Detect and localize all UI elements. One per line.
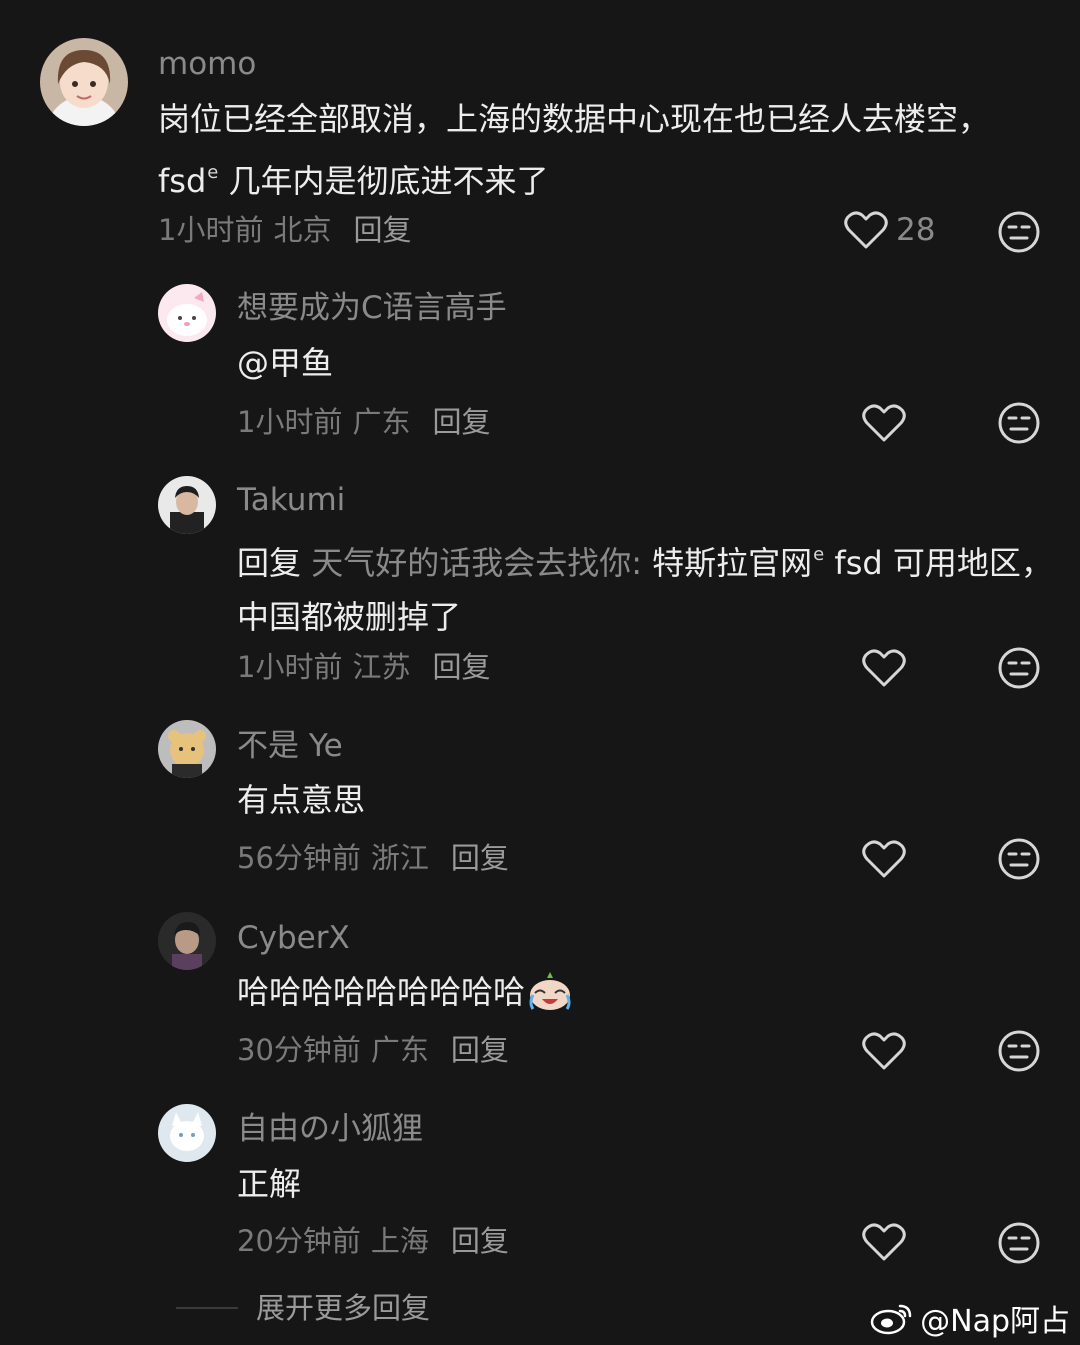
reply-prefix: 回复	[237, 544, 302, 582]
comment-time: 56分钟前	[237, 841, 361, 875]
comment-text-main: 哈哈哈哈哈哈哈哈哈	[237, 973, 526, 1011]
reply-button[interactable]: 回复	[432, 405, 490, 439]
watermark-text: @Nap阿占	[920, 1304, 1070, 1339]
like-button[interactable]	[862, 1222, 906, 1262]
comment-meta: 30分钟前 广东 回复	[237, 1030, 509, 1070]
heart-outline-icon	[862, 1223, 906, 1261]
avatar[interactable]	[40, 38, 128, 126]
comment-time: 20分钟前	[237, 1224, 361, 1258]
username[interactable]: momo	[158, 44, 256, 84]
username[interactable]: Takumi	[237, 480, 345, 520]
comment-text-tail: 几年内是彻底进不来了	[228, 162, 549, 200]
reply-button[interactable]: 回复	[451, 1033, 509, 1067]
comment-time: 30分钟前	[237, 1033, 361, 1067]
avatar[interactable]	[158, 284, 216, 342]
heart-outline-icon	[862, 1032, 906, 1070]
neutral-face-icon	[998, 1030, 1040, 1072]
username[interactable]: 不是 Ye	[237, 726, 343, 766]
comment-location: 广东	[352, 405, 411, 439]
expand-divider	[176, 1307, 238, 1309]
reply-button[interactable]: 回复	[451, 841, 509, 875]
like-button[interactable]	[862, 648, 906, 688]
dislike-button[interactable]	[997, 837, 1041, 881]
dislike-button[interactable]	[997, 1029, 1041, 1073]
comment-meta: 56分钟前 浙江 回复	[237, 838, 509, 878]
search-hint-icon[interactable]: 𝖾	[813, 544, 824, 565]
username[interactable]: CyberX	[237, 918, 350, 958]
neutral-face-icon	[998, 1222, 1040, 1264]
comment-location: 浙江	[370, 841, 429, 875]
heart-outline-icon	[862, 404, 906, 442]
dislike-button[interactable]	[997, 401, 1041, 445]
comment-text: 回复 天气好的话我会去找你: 特斯拉官网𝖾 fsd 可用地区，中国都被删掉了	[237, 528, 1057, 644]
comment-text: 哈哈哈哈哈哈哈哈哈	[237, 965, 1017, 1027]
avatar[interactable]	[158, 912, 216, 970]
comment-time: 1小时前	[237, 650, 343, 684]
reply-button[interactable]: 回复	[353, 213, 411, 247]
watermark: @Nap阿占	[870, 1296, 1070, 1340]
like-button[interactable]	[862, 839, 906, 879]
avatar[interactable]	[158, 476, 216, 534]
laughing-crying-emoji-icon	[527, 969, 573, 1027]
neutral-face-icon	[998, 402, 1040, 444]
comment-time: 1小时前	[237, 405, 343, 439]
comment-meta: 1小时前 江苏 回复	[237, 647, 490, 687]
comment-text: @甲鱼	[237, 344, 334, 382]
reply-to-user[interactable]: 天气好的话我会去找你:	[311, 544, 642, 582]
heart-outline-icon	[862, 649, 906, 687]
dislike-button[interactable]	[997, 646, 1041, 690]
expand-replies-button[interactable]: 展开更多回复	[176, 1288, 430, 1328]
expand-replies-label: 展开更多回复	[256, 1291, 431, 1325]
neutral-face-icon	[998, 211, 1040, 253]
avatar[interactable]	[158, 1104, 216, 1162]
comment-text: 正解	[237, 1165, 302, 1203]
comment-meta: 20分钟前 上海 回复	[237, 1221, 509, 1261]
comment-text: 岗位已经全部取消，上海的数据中心现在也已经人去楼空， fsd𝖾 几年内是彻底进不…	[158, 92, 1018, 208]
comment-location: 北京	[273, 213, 332, 247]
like-button[interactable]: 28	[844, 210, 935, 250]
neutral-face-icon	[998, 647, 1040, 689]
heart-outline-icon	[862, 840, 906, 878]
avatar[interactable]	[158, 720, 216, 778]
heart-outline-icon	[844, 211, 888, 249]
search-hint-icon[interactable]: 𝖾	[207, 162, 218, 183]
comment-meta: 1小时前 广东 回复	[237, 402, 490, 442]
reply-button[interactable]: 回复	[451, 1224, 509, 1258]
neutral-face-icon	[998, 838, 1040, 880]
username[interactable]: 想要成为C语言高手	[237, 288, 507, 328]
comment-text: 有点意思	[237, 781, 366, 819]
dislike-button[interactable]	[997, 1221, 1041, 1265]
weibo-logo-icon	[870, 1304, 912, 1335]
comment-text-main: 特斯拉官网	[652, 544, 813, 582]
like-button[interactable]	[862, 403, 906, 443]
comment-time: 1小时前	[158, 213, 264, 247]
reply-button[interactable]: 回复	[432, 650, 490, 684]
username[interactable]: 自由の小狐狸	[237, 1109, 423, 1149]
comment-location: 江苏	[352, 650, 411, 684]
comment-location: 广东	[370, 1033, 429, 1067]
like-count: 28	[896, 212, 936, 248]
comment-meta: 1小时前 北京 回复	[158, 210, 411, 250]
comment-location: 上海	[370, 1224, 429, 1258]
dislike-button[interactable]	[997, 210, 1041, 254]
like-button[interactable]	[862, 1031, 906, 1071]
